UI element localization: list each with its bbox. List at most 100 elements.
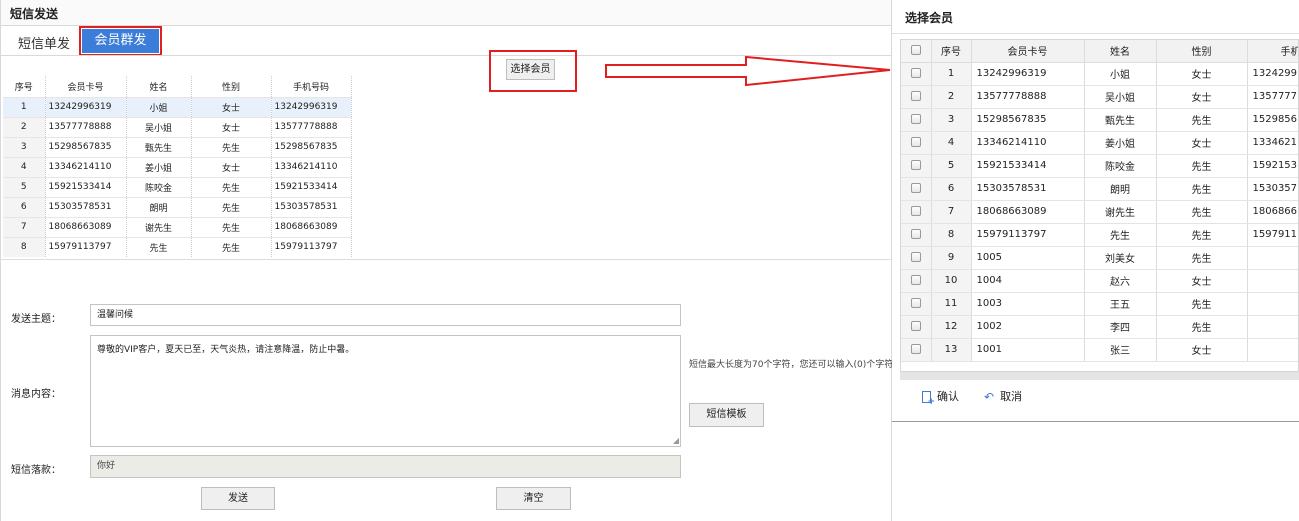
- cell-name: 吴小姐: [126, 116, 192, 137]
- tab-single-sms[interactable]: 短信单发: [18, 33, 70, 52]
- table-row[interactable]: 6 15303578531 朗明 先生 1530357: [901, 177, 1298, 201]
- table-row[interactable]: 2 13577778888 吴小姐 女士 1357777: [901, 85, 1298, 109]
- cell-phone: 18068663089: [271, 216, 352, 237]
- cell-name: 谢先生: [1084, 200, 1157, 224]
- cell-phone: 1806866: [1247, 200, 1298, 224]
- row-checkbox[interactable]: [910, 183, 921, 193]
- row-checkbox[interactable]: [910, 137, 921, 147]
- cell-phone: 15298567835: [271, 136, 352, 157]
- row-checkbox[interactable]: [910, 321, 921, 331]
- row-checkbox-cell: [901, 338, 932, 362]
- row-checkbox-cell: [901, 131, 932, 155]
- row-checkbox[interactable]: [910, 252, 921, 262]
- content-textarea[interactable]: 尊敬的VIP客户，夏天已至，天气炎热，请注意降温，防止中暑。 ◢: [90, 335, 681, 447]
- tab-group-sms[interactable]: 会员群发: [82, 29, 159, 53]
- table-row[interactable]: 3 15298567835 甄先生 先生 1529856: [901, 108, 1298, 132]
- cell-phone: [1247, 269, 1298, 293]
- table-row[interactable]: 5 15921533414 陈咬金 先生 1592153: [901, 154, 1298, 178]
- confirm-button[interactable]: 确认: [922, 388, 959, 407]
- table-row[interactable]: 4 13346214110 姜小姐 女士 13346214110: [3, 156, 352, 177]
- cell-card: 15303578531: [45, 196, 127, 217]
- table-row[interactable]: 5 15921533414 陈咬金 先生 15921533414: [3, 176, 352, 197]
- table-row[interactable]: 6 15303578531 朗明 先生 15303578531: [3, 196, 352, 217]
- row-checkbox-cell: [901, 315, 932, 339]
- resize-grip-icon[interactable]: ◢: [673, 436, 679, 445]
- table-row[interactable]: 3 15298567835 甄先生 先生 15298567835: [3, 136, 352, 157]
- horizontal-scrollbar[interactable]: [900, 372, 1299, 380]
- row-checkbox[interactable]: [910, 68, 921, 78]
- cell-name: 先生: [1084, 223, 1157, 247]
- row-checkbox[interactable]: [910, 298, 921, 308]
- undo-icon: ↶: [984, 390, 995, 404]
- table-row[interactable]: 12 1002 李四 先生: [901, 315, 1298, 339]
- cell-index: 7: [931, 200, 972, 224]
- clear-button[interactable]: 清空: [496, 487, 571, 510]
- cell-gender: 先生: [1156, 154, 1248, 178]
- selected-members-table: 序号 会员卡号 姓名 性别 手机号码 1 13242996319 小姐 女士 1…: [3, 76, 352, 257]
- cell-phone: 1334621: [1247, 131, 1298, 155]
- table-row[interactable]: 10 1004 赵六 女士: [901, 269, 1298, 293]
- row-checkbox[interactable]: [910, 229, 921, 239]
- cell-name: 小姐: [126, 96, 192, 117]
- cell-gender: 先生: [1156, 292, 1248, 316]
- row-checkbox[interactable]: [910, 160, 921, 170]
- table-row[interactable]: 7 18068663089 谢先生 先生 1806866: [901, 200, 1298, 224]
- table-row[interactable]: 11 1003 王五 先生: [901, 292, 1298, 316]
- member-grid: 序号 会员卡号 姓名 性别 手机 1 13242996319 小姐 女士 1324299…: [900, 39, 1299, 372]
- document-add-icon: [922, 391, 935, 407]
- cell-phone: 1592153: [1247, 154, 1298, 178]
- subject-input[interactable]: 温馨问候: [90, 304, 681, 326]
- row-checkbox[interactable]: [910, 114, 921, 124]
- row-checkbox-cell: [901, 177, 932, 201]
- row-checkbox-cell: [901, 154, 932, 178]
- cell-gender: 女士: [1156, 85, 1248, 109]
- cell-phone: 15921533414: [271, 176, 352, 197]
- dialog-title: 选择会员: [905, 11, 954, 25]
- table-row[interactable]: 1 13242996319 小姐 女士 13242996319: [3, 96, 352, 117]
- cell-card: 15979113797: [971, 223, 1085, 247]
- table-row[interactable]: 13 1001 张三 女士: [901, 338, 1298, 362]
- row-checkbox[interactable]: [910, 206, 921, 216]
- table-row[interactable]: 2 13577778888 吴小姐 女士 13577778888: [3, 116, 352, 137]
- send-button[interactable]: 发送: [201, 487, 275, 510]
- cell-index: 10: [931, 269, 972, 293]
- row-checkbox[interactable]: [910, 344, 921, 354]
- cell-index: 6: [931, 177, 972, 201]
- grid-divider: [1, 259, 891, 260]
- cell-card: 13577778888: [45, 116, 127, 137]
- select-member-button[interactable]: 选择会员: [506, 59, 555, 80]
- cell-card: 18068663089: [971, 200, 1085, 224]
- table-row[interactable]: 7 18068663089 谢先生 先生 18068663089: [3, 216, 352, 237]
- row-checkbox[interactable]: [910, 91, 921, 101]
- cell-index: 2: [3, 116, 46, 137]
- cell-index: 5: [931, 154, 972, 178]
- cell-name: 姜小姐: [1084, 131, 1157, 155]
- right-arrow-icon: [605, 55, 891, 87]
- table-row[interactable]: 9 1005 刘美女 先生: [901, 246, 1298, 270]
- table-row[interactable]: 8 15979113797 先生 先生 15979113797: [3, 236, 352, 257]
- select-all-checkbox[interactable]: [910, 45, 921, 56]
- cell-name: 朗明: [126, 196, 192, 217]
- column-header-name: 姓名: [126, 76, 192, 97]
- cell-gender: 女士: [1156, 269, 1248, 293]
- cell-name: 吴小姐: [1084, 85, 1157, 109]
- cell-card: 15298567835: [45, 136, 127, 157]
- sign-label: 短信落款：: [11, 465, 61, 476]
- table-row[interactable]: 1 13242996319 小姐 女士 1324299: [901, 62, 1298, 86]
- row-checkbox-cell: [901, 85, 932, 109]
- content-label: 消息内容：: [11, 389, 61, 400]
- row-checkbox-cell: [901, 223, 932, 247]
- table-row[interactable]: 8 15979113797 先生 先生 1597911: [901, 223, 1298, 247]
- cell-index: 3: [931, 108, 972, 132]
- row-checkbox[interactable]: [910, 275, 921, 285]
- cell-gender: 先生: [191, 196, 272, 217]
- cell-card: 15303578531: [971, 177, 1085, 201]
- cancel-label: 取消: [1000, 390, 1023, 403]
- sign-input[interactable]: 你好: [90, 455, 681, 478]
- sms-template-button[interactable]: 短信模板: [689, 403, 764, 427]
- table-header-row: 序号 会员卡号 姓名 性别 手机: [901, 40, 1298, 63]
- cell-index: 12: [931, 315, 972, 339]
- cancel-button[interactable]: ↶ 取消: [984, 388, 1022, 404]
- row-checkbox-cell: [901, 246, 932, 270]
- table-row[interactable]: 4 13346214110 姜小姐 女士 1334621: [901, 131, 1298, 155]
